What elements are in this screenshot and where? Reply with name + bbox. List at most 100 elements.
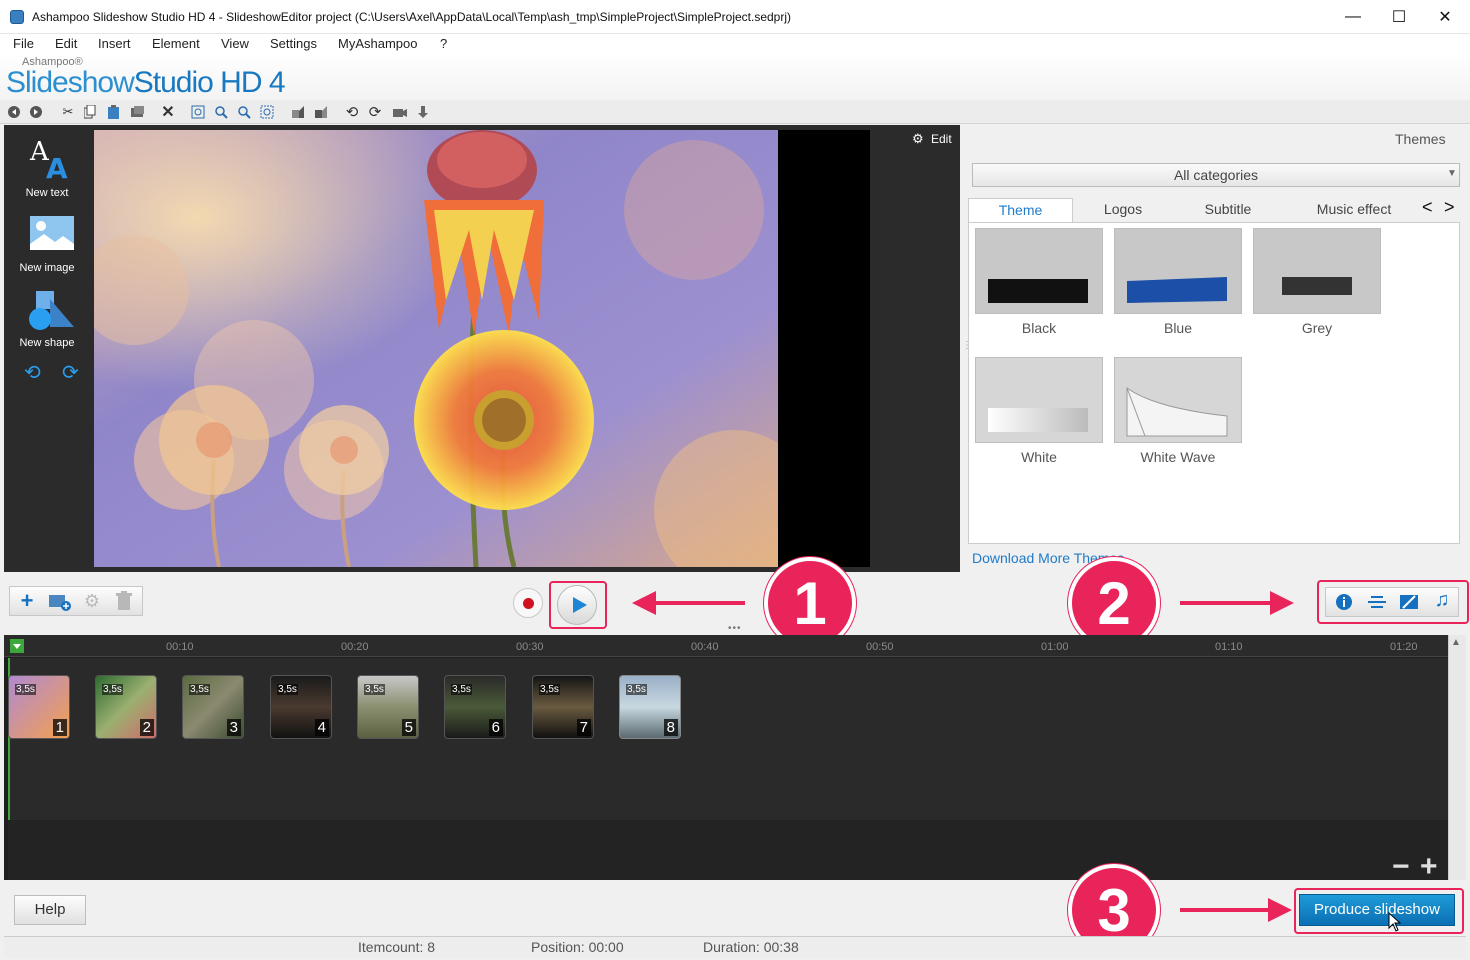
timeline-clip[interactable]: 3,5s 7 [532, 675, 594, 739]
zoom-out-button[interactable]: − [1392, 850, 1410, 884]
gear-icon[interactable]: ⚙ [912, 131, 924, 147]
tick-label: 00:30 [516, 641, 544, 653]
new-text-icon[interactable]: AA [28, 136, 74, 185]
tab-subtitle[interactable]: Subtitle [1174, 198, 1282, 223]
theme-thumb-black[interactable] [975, 228, 1103, 314]
tab-prev-button[interactable]: < [1422, 197, 1433, 218]
new-shape-label[interactable]: New shape [4, 337, 90, 349]
theme-label-grey[interactable]: Grey [1253, 320, 1381, 336]
category-select[interactable]: All categories [972, 163, 1460, 187]
screen-icon[interactable] [130, 104, 146, 120]
clip-duration: 3,5s [539, 684, 560, 695]
timeline-clip[interactable]: 3,5s 8 [619, 675, 681, 739]
add-icon[interactable]: + [13, 588, 41, 614]
clip-duration: 3,5s [102, 684, 123, 695]
tab-theme[interactable]: Theme [968, 198, 1073, 223]
menu-element[interactable]: Element [152, 36, 200, 51]
cut-icon[interactable]: ✂ [60, 104, 76, 120]
new-image-label[interactable]: New image [4, 262, 90, 274]
timeline-audio-track[interactable] [8, 820, 1448, 880]
theme-label-black[interactable]: Black [975, 320, 1103, 336]
timeline-clip[interactable]: 3,5s 2 [95, 675, 157, 739]
playhead-marker[interactable] [10, 639, 24, 653]
clip-duration: 3,5s [451, 684, 472, 695]
app-icon [10, 10, 24, 24]
theme-label-white-wave[interactable]: White Wave [1114, 449, 1242, 465]
camera-icon[interactable] [392, 104, 408, 120]
new-shape-icon[interactable] [28, 289, 76, 333]
align-icon[interactable] [1362, 588, 1392, 616]
theme-label-blue[interactable]: Blue [1114, 320, 1242, 336]
timeline-clip[interactable]: 3,5s 3 [182, 675, 244, 739]
timeline-clip[interactable]: 3,5s 1 [8, 675, 70, 739]
splitter-handle[interactable]: ••• [728, 623, 742, 634]
help-button[interactable]: Help [14, 895, 86, 925]
zoom-fit-icon[interactable] [190, 104, 206, 120]
tick-label: 01:00 [1041, 641, 1069, 653]
clip-number: 7 [576, 719, 591, 736]
produce-slideshow-button[interactable]: Produce slideshow [1299, 894, 1455, 926]
trash-icon[interactable] [110, 588, 138, 614]
new-text-label[interactable]: New text [4, 187, 90, 199]
redo-icon[interactable]: ⟳ [62, 360, 79, 385]
theme-thumb-white-wave[interactable] [1114, 357, 1242, 443]
clip-number: 6 [488, 719, 503, 736]
menu-settings[interactable]: Settings [270, 36, 317, 51]
rotate-right-icon[interactable]: ⟳ [367, 104, 383, 121]
tab-music-effect[interactable]: Music effect [1284, 198, 1424, 223]
transition-icon[interactable] [1394, 588, 1424, 616]
timeline-clip[interactable]: 3,5s 6 [444, 675, 506, 739]
back-icon[interactable] [6, 104, 22, 120]
preview-image[interactable] [94, 130, 778, 567]
annotation-arrow-3 [1180, 908, 1272, 912]
copy-icon[interactable] [82, 104, 98, 120]
clip-duration: 3,5s [277, 684, 298, 695]
record-icon[interactable] [415, 104, 431, 120]
theme-thumb-blue[interactable] [1114, 228, 1242, 314]
forward-icon[interactable] [28, 104, 44, 120]
zoom-in-button[interactable]: + [1420, 850, 1438, 884]
play-button[interactable] [557, 585, 597, 625]
menu-file[interactable]: File [13, 36, 34, 51]
zoom-in-icon[interactable] [213, 104, 229, 120]
menu-view[interactable]: View [221, 36, 249, 51]
timeline-clip[interactable]: 3,5s 5 [357, 675, 419, 739]
close-button[interactable]: ✕ [1422, 0, 1468, 34]
maximize-button[interactable]: ☐ [1376, 0, 1422, 34]
settings-icon[interactable]: ⚙ [78, 588, 106, 614]
add-media-icon[interactable] [46, 588, 74, 614]
record-button[interactable] [513, 588, 543, 618]
brand-logo: SlideshowStudio HD 4 [6, 66, 285, 100]
timeline-scrollbar[interactable] [1448, 635, 1466, 880]
edit-link[interactable]: Edit [931, 132, 952, 146]
panel-splitter[interactable]: ⋮ [962, 340, 972, 352]
menu-edit[interactable]: Edit [55, 36, 77, 51]
menu-myashampoo[interactable]: MyAshampoo [338, 36, 417, 51]
info-icon[interactable] [1329, 588, 1359, 616]
theme-label-white[interactable]: White [975, 449, 1103, 465]
theme-thumb-white[interactable] [975, 357, 1103, 443]
menu-insert[interactable]: Insert [98, 36, 131, 51]
clip-number: 3 [226, 719, 241, 736]
timeline-clip[interactable]: 3,5s 4 [270, 675, 332, 739]
delete-icon[interactable]: ✕ [160, 104, 176, 121]
paste-icon[interactable] [106, 104, 122, 120]
annotation-arrow-2 [1180, 601, 1275, 605]
scroll-up-icon[interactable]: ▲ [1451, 637, 1461, 648]
tab-logos[interactable]: Logos [1074, 198, 1172, 223]
layer-up-icon[interactable] [290, 104, 306, 120]
undo-icon[interactable]: ⟲ [24, 360, 41, 385]
arrow-right-icon [1268, 898, 1292, 922]
zoom-select-icon[interactable] [259, 104, 275, 120]
preview-letterbox [778, 130, 870, 567]
zoom-out-icon[interactable] [236, 104, 252, 120]
theme-thumb-grey[interactable] [1253, 228, 1381, 314]
new-image-icon[interactable] [29, 214, 75, 254]
minimize-button[interactable]: — [1330, 0, 1376, 34]
menu-help[interactable]: ? [440, 36, 447, 51]
layer-down-icon[interactable] [313, 104, 329, 120]
rotate-left-icon[interactable]: ⟲ [344, 104, 360, 121]
music-icon[interactable]: ♫ [1427, 586, 1457, 614]
tab-next-button[interactable]: > [1444, 197, 1455, 218]
chevron-down-icon[interactable]: ▼ [1447, 168, 1457, 179]
